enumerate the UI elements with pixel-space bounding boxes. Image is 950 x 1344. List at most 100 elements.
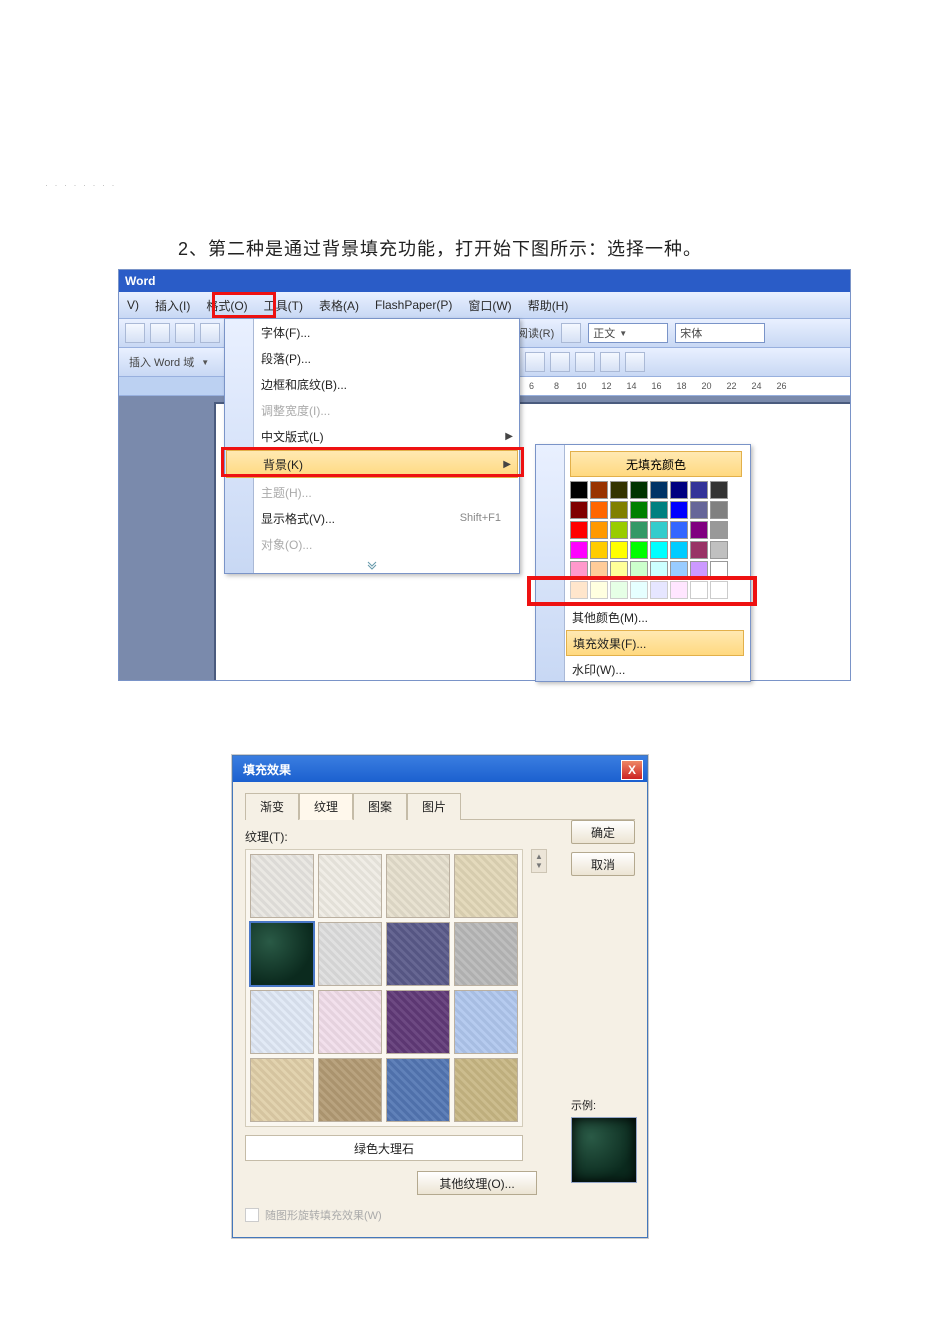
color-swatch[interactable]	[690, 541, 708, 559]
color-swatch[interactable]	[650, 541, 668, 559]
texture-swatch[interactable]	[386, 1058, 450, 1122]
color-swatch[interactable]	[670, 501, 688, 519]
texture-swatch[interactable]	[250, 922, 314, 986]
color-swatch[interactable]	[630, 541, 648, 559]
color-swatch[interactable]	[610, 581, 628, 599]
style-dropdown[interactable]: 正文 ▼	[588, 323, 668, 343]
color-swatch[interactable]	[630, 581, 648, 599]
color-swatch[interactable]	[650, 581, 668, 599]
color-swatch[interactable]	[710, 521, 728, 539]
rotate-checkbox[interactable]	[245, 1208, 259, 1222]
color-swatch[interactable]	[590, 501, 608, 519]
color-swatch[interactable]	[670, 481, 688, 499]
toolbar-icon[interactable]	[550, 352, 570, 372]
format-menu-item[interactable]: 段落(P)...	[225, 345, 519, 371]
color-swatch[interactable]	[650, 501, 668, 519]
color-swatch[interactable]	[710, 481, 728, 499]
color-swatch[interactable]	[670, 521, 688, 539]
texture-swatch[interactable]	[318, 854, 382, 918]
color-swatch[interactable]	[650, 521, 668, 539]
menu-insert[interactable]: 插入(I)	[147, 293, 198, 318]
menu-view-cut[interactable]: V)	[119, 294, 147, 316]
insert-word-field[interactable]: 插入 Word 域	[125, 354, 198, 370]
color-swatch[interactable]	[630, 481, 648, 499]
color-swatch[interactable]	[570, 581, 588, 599]
texture-swatch[interactable]	[250, 854, 314, 918]
texture-swatch[interactable]	[454, 854, 518, 918]
color-swatch[interactable]	[690, 481, 708, 499]
toolbar-icon[interactable]	[125, 323, 145, 343]
toolbar-icon[interactable]	[175, 323, 195, 343]
toolbar-icon[interactable]	[600, 352, 620, 372]
color-swatch[interactable]	[590, 521, 608, 539]
texture-swatch[interactable]	[386, 990, 450, 1054]
texture-swatch[interactable]	[318, 1058, 382, 1122]
scroll-down-icon[interactable]: ▼	[535, 861, 543, 870]
format-menu-item[interactable]: 边框和底纹(B)...	[225, 371, 519, 397]
fill-effects-item[interactable]: 填充效果(F)...	[566, 630, 744, 656]
color-swatch[interactable]	[670, 541, 688, 559]
color-swatch[interactable]	[610, 541, 628, 559]
color-swatch[interactable]	[710, 581, 728, 599]
color-swatch[interactable]	[690, 561, 708, 579]
menu-flashpaper[interactable]: FlashPaper(P)	[367, 294, 460, 316]
texture-swatch[interactable]	[386, 854, 450, 918]
texture-swatch[interactable]	[318, 990, 382, 1054]
color-swatch[interactable]	[570, 501, 588, 519]
no-fill-color-button[interactable]: 无填充颜色	[570, 451, 742, 477]
color-swatch[interactable]	[650, 481, 668, 499]
color-swatch[interactable]	[610, 561, 628, 579]
texture-swatch[interactable]	[250, 1058, 314, 1122]
more-colors-item[interactable]: 其他颜色(M)...	[536, 605, 750, 629]
color-swatch[interactable]	[630, 521, 648, 539]
toolbar-icon[interactable]	[625, 352, 645, 372]
scroll-up-icon[interactable]: ▲	[535, 852, 543, 861]
format-menu-item[interactable]: 中文版式(L)▶	[225, 423, 519, 449]
color-swatch[interactable]	[670, 561, 688, 579]
color-swatch[interactable]	[570, 521, 588, 539]
color-swatch[interactable]	[570, 541, 588, 559]
ok-button[interactable]: 确定	[571, 820, 635, 844]
color-swatch[interactable]	[590, 561, 608, 579]
dialog-tab[interactable]: 图片	[407, 793, 461, 820]
color-swatch[interactable]	[710, 541, 728, 559]
watermark-item[interactable]: 水印(W)...	[536, 657, 750, 681]
texture-swatch[interactable]	[250, 990, 314, 1054]
texture-swatch[interactable]	[454, 1058, 518, 1122]
color-swatch[interactable]	[570, 561, 588, 579]
menu-table[interactable]: 表格(A)	[311, 293, 367, 318]
menu-help[interactable]: 帮助(H)	[520, 293, 577, 318]
dialog-tab[interactable]: 纹理	[299, 793, 353, 820]
color-swatch[interactable]	[710, 561, 728, 579]
color-swatch[interactable]	[670, 581, 688, 599]
color-swatch[interactable]	[710, 501, 728, 519]
menu-format[interactable]: 格式(O)	[198, 293, 255, 318]
color-swatch[interactable]	[630, 561, 648, 579]
color-swatch[interactable]	[690, 501, 708, 519]
texture-swatch[interactable]	[386, 922, 450, 986]
color-swatch[interactable]	[590, 541, 608, 559]
toolbar-icon[interactable]	[150, 323, 170, 343]
texture-swatch[interactable]	[318, 922, 382, 986]
color-swatch[interactable]	[610, 521, 628, 539]
toolbar-icon[interactable]	[561, 323, 581, 343]
dialog-tab[interactable]: 渐变	[245, 793, 299, 820]
color-swatch[interactable]	[690, 521, 708, 539]
close-icon[interactable]: X	[621, 760, 643, 780]
cancel-button[interactable]: 取消	[571, 852, 635, 876]
color-swatch[interactable]	[610, 501, 628, 519]
toolbar-icon[interactable]	[200, 323, 220, 343]
font-dropdown[interactable]: 宋体	[675, 323, 765, 343]
color-swatch[interactable]	[690, 581, 708, 599]
texture-scrollbar[interactable]: ▲ ▼	[531, 849, 547, 873]
format-menu-item[interactable]: 显示格式(V)...Shift+F1	[225, 505, 519, 531]
format-menu-item[interactable]: 背景(K)▶	[226, 450, 518, 478]
format-menu-item[interactable]: 字体(F)...	[225, 319, 519, 345]
color-swatch[interactable]	[570, 481, 588, 499]
color-swatch[interactable]	[590, 481, 608, 499]
menu-tools[interactable]: 工具(T)	[256, 293, 311, 318]
toolbar-icon[interactable]	[575, 352, 595, 372]
color-swatch[interactable]	[630, 501, 648, 519]
color-swatch[interactable]	[610, 481, 628, 499]
other-texture-button[interactable]: 其他纹理(O)...	[417, 1171, 537, 1195]
